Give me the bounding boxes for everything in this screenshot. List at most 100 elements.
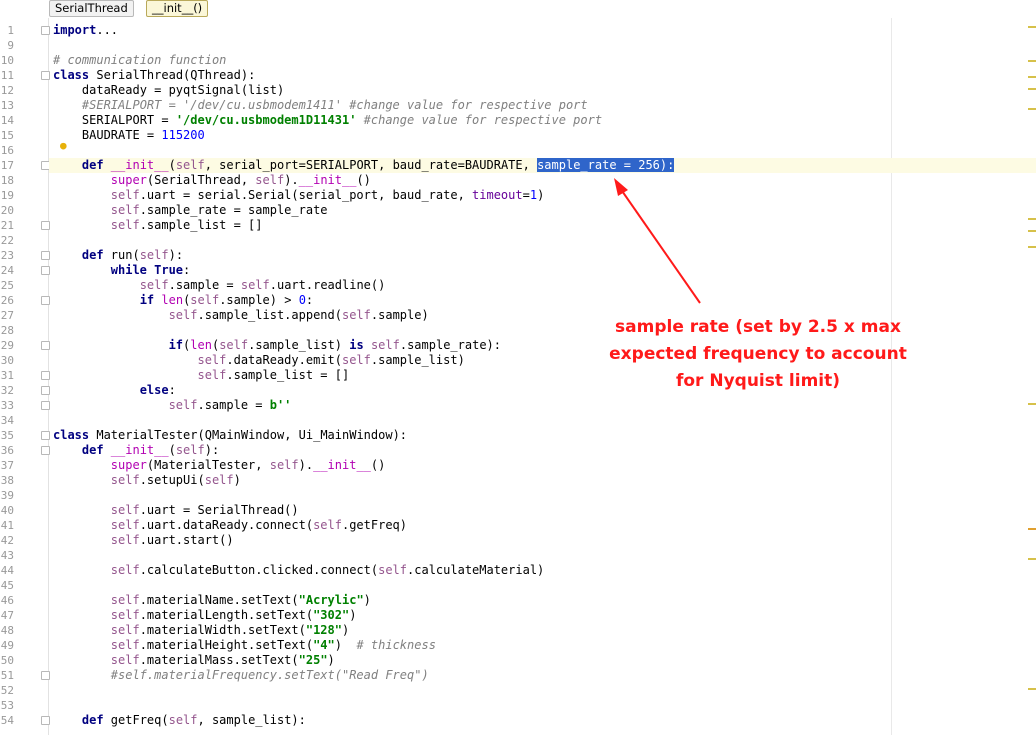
code-line[interactable]: while True: [49,263,1036,278]
code-token: ) [233,473,241,487]
code-line[interactable] [49,143,1036,158]
code-text: self.materialHeight.setText("4") # thick… [111,638,436,653]
code-line[interactable]: self.uart.start() [49,533,1036,548]
scrollbar-marker[interactable] [1028,528,1036,530]
code-token: ) [334,638,357,652]
code-line[interactable]: self.uart = serial.Serial(serial_port, b… [49,188,1036,203]
code-token: .sample = [197,398,270,412]
scrollbar-marker[interactable] [1028,76,1036,78]
line-number: 13 [0,99,14,112]
code-line[interactable]: #SERIALPORT = '/dev/cu.usbmodem1411' #ch… [49,98,1036,113]
code-token: run( [110,248,140,262]
code-line[interactable]: def run(self): [49,248,1036,263]
code-line[interactable]: self.uart.dataReady.connect(self.getFreq… [49,518,1036,533]
scrollbar-marker[interactable] [1028,88,1036,90]
code-line[interactable] [49,38,1036,53]
code-token: class [53,428,97,442]
code-token: : [168,383,176,397]
code-token: ): [168,248,184,262]
code-token: __init__ [298,173,357,187]
scrollbar-marker[interactable] [1028,230,1036,232]
code-line[interactable]: #self.materialFrequency.setText("Read Fr… [49,668,1036,683]
annotation-line-3: for Nyquist limit) [675,371,841,391]
code-line[interactable]: if len(self.sample) > 0: [49,293,1036,308]
code-line[interactable]: self.materialMass.setText("25") [49,653,1036,668]
line-number-gutter[interactable]: 1 9 10 11 12 13 14 15 16 17 18 19 20 21 22 23 24 25 26 27 28… [0,18,50,735]
code-line[interactable]: self.materialLength.setText("302") [49,608,1036,623]
code-text: class SerialThread(QThread): [53,68,255,83]
code-token: self [110,533,140,547]
code-token: "25" [298,653,328,667]
code-line[interactable]: dataReady = pyqtSignal(list) [49,83,1036,98]
line-number: 10 [0,54,14,67]
code-line[interactable]: class MaterialTester(QMainWindow, Ui_Mai… [49,428,1036,443]
code-line[interactable]: self.materialHeight.setText("4") # thick… [49,638,1036,653]
line-number: 51 [0,669,14,682]
code-token: self [240,278,270,292]
code-token: : [305,293,314,307]
line-number: 48 [0,624,14,637]
code-token: .materialMass.setText( [139,653,299,667]
code-line[interactable]: self.calculateButton.clicked.connect(sel… [49,563,1036,578]
breadcrumb-method-init[interactable]: __init__() [146,0,209,17]
code-token: (SerialThread, [146,173,256,187]
lightbulb-intention-icon[interactable]: ● [60,139,70,152]
code-line[interactable]: super(MaterialTester, self).__init__() [49,458,1036,473]
code-line[interactable] [49,578,1036,593]
code-token: .materialName.setText( [139,593,299,607]
code-line[interactable]: self.uart = SerialThread() [49,503,1036,518]
code-line[interactable]: self.materialName.setText("Acrylic") [49,593,1036,608]
code-line[interactable]: def __init__(self): [49,443,1036,458]
code-token: .uart = SerialThread() [139,503,299,517]
line-number: 21 [0,219,14,232]
code-line[interactable] [49,233,1036,248]
code-line[interactable]: self.sample = self.uart.readline() [49,278,1036,293]
code-token: self [204,473,234,487]
code-token: self [139,278,169,292]
line-number: 16 [0,144,14,157]
code-token: : [183,263,191,277]
code-line[interactable]: BAUDRATE = 115200 [49,128,1036,143]
code-token: dataReady = pyqtSignal(list) [81,83,285,97]
code-line[interactable]: super(SerialThread, self).__init__() [49,173,1036,188]
scrollbar-marker[interactable] [1028,246,1036,248]
code-line[interactable]: self.sample_list = [] [49,218,1036,233]
code-token: .uart.start() [139,533,234,547]
code-text: self.setupUi(self) [111,473,241,488]
code-token: SERIALPORT = [81,113,176,127]
scrollbar-marker[interactable] [1028,108,1036,110]
code-line[interactable] [49,698,1036,713]
code-line[interactable]: import... [49,23,1036,38]
scrollbar-marker[interactable] [1028,26,1036,28]
scrollbar-marker[interactable] [1028,403,1036,405]
line-number: 35 [0,429,14,442]
code-line[interactable]: self.sample_rate = sample_rate [49,203,1036,218]
code-token: self [197,368,227,382]
code-token: __init__ [110,158,169,172]
code-line[interactable]: # communication function [49,53,1036,68]
error-stripe-scrollbar[interactable] [1026,18,1036,735]
code-text: else: [140,383,176,398]
scrollbar-marker[interactable] [1028,60,1036,62]
scrollbar-marker[interactable] [1028,558,1036,560]
code-line[interactable]: class SerialThread(QThread): [49,68,1036,83]
code-line[interactable] [49,548,1036,563]
code-line[interactable]: SERIALPORT = '/dev/cu.usbmodem1D11431' #… [49,113,1036,128]
code-token: "128" [305,623,342,637]
code-token: self [269,458,299,472]
code-line[interactable]: def __init__(self, serial_port=SERIALPOR… [49,158,1036,173]
scrollbar-marker[interactable] [1028,218,1036,220]
scrollbar-marker[interactable] [1028,688,1036,690]
breadcrumb-class-serialthread[interactable]: SerialThread [49,0,134,17]
code-token: len [190,338,212,352]
code-line[interactable] [49,488,1036,503]
code-line[interactable]: self.sample = b'' [49,398,1036,413]
code-line[interactable] [49,413,1036,428]
code-line[interactable]: def getFreq(self, sample_list): [49,713,1036,728]
code-text: self.uart = serial.Serial(serial_port, b… [111,188,545,203]
code-token: (MaterialTester, [146,458,270,472]
code-token: b'' [269,398,292,412]
code-line[interactable]: self.setupUi(self) [49,473,1036,488]
code-line[interactable]: self.materialWidth.setText("128") [49,623,1036,638]
code-line[interactable] [49,683,1036,698]
